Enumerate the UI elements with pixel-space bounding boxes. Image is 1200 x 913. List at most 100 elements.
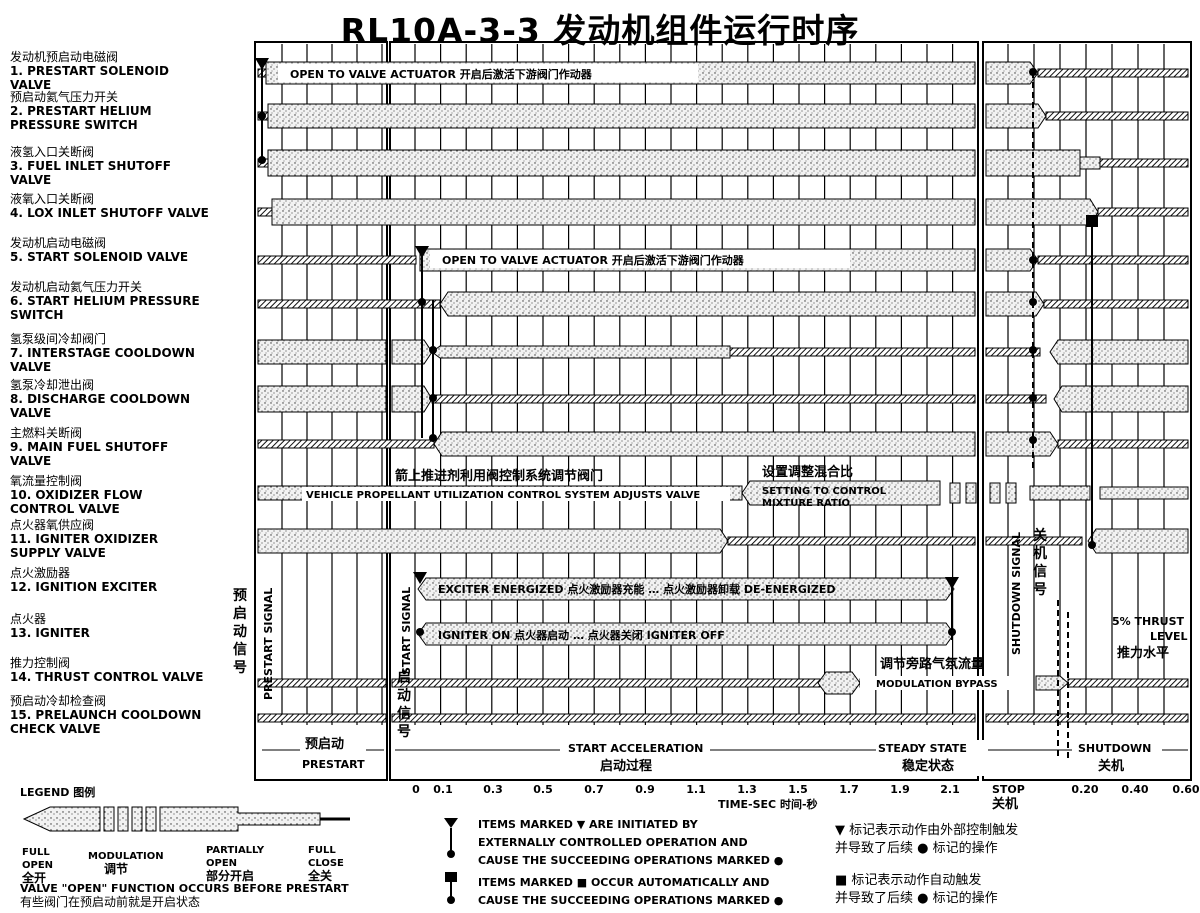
bar-closed <box>985 394 1047 404</box>
legend-full-open <box>22 806 101 832</box>
dot-marker <box>1029 394 1037 402</box>
pu-note-en: VEHICLE PROPELLANT UTILIZATION CONTROL S… <box>306 490 700 501</box>
bar-open <box>431 345 731 359</box>
prestart-signal-zh: 预启动信号 <box>233 588 247 676</box>
signal-char: 动 <box>233 623 247 640</box>
bar-modulation <box>1005 482 1017 504</box>
bar-open <box>1079 156 1101 170</box>
bar-closed <box>257 299 441 309</box>
stop-label-zh: 关机 <box>992 796 1018 812</box>
bar-closed <box>257 207 273 217</box>
dot-marker <box>1029 68 1037 76</box>
bar-open <box>817 671 861 695</box>
signal-char: 启 <box>233 605 247 622</box>
dot-marker <box>1088 541 1096 549</box>
dot-marker <box>258 156 266 164</box>
legend-partial-en: PARTIALLY OPEN <box>206 845 265 869</box>
shutdown-signal-en: SHUTDOWN SIGNAL <box>1010 532 1023 655</box>
time-tick-label: 1.7 <box>839 783 859 796</box>
start-signal-en: START SIGNAL <box>400 587 413 675</box>
state-bars <box>257 61 1189 723</box>
legend-full-open-en: FULL OPEN <box>22 847 54 871</box>
signal-char: 动 <box>397 687 411 704</box>
time-tick-label-shutdown: 0.20 <box>1071 783 1098 796</box>
bar-closed <box>257 713 387 723</box>
time-axis-label: TIME-SEC 时间-秒 <box>718 797 818 811</box>
legend-note-zh: 有些阀门在预启动前就是开启状态 <box>20 895 201 909</box>
key-sq-zh-2: 并导致了后续 ● 标记的操作 <box>835 891 998 906</box>
igniter-note: IGNITER ON 点火器启动 … 点火器关闭 IGNITER OFF <box>438 628 725 642</box>
time-tick-label: 0.1 <box>433 783 453 796</box>
bar-open <box>985 103 1047 129</box>
legend: LEGEND 图例 FULL OPEN 全开 MODULATION 调节 PAR… <box>20 786 400 911</box>
mixture-note-en2: MIXTURE RATIO <box>762 498 850 509</box>
prestart-signal-en: PRESTART SIGNAL <box>262 588 275 700</box>
dot-marker <box>416 628 424 636</box>
bar-closed <box>729 347 976 357</box>
actuator-note-row5: OPEN TO VALVE ACTUATOR 开启后激活下游阀门作动器 <box>442 253 745 267</box>
phase-start-en: START ACCELERATION <box>568 742 703 755</box>
time-tick-label: 0.9 <box>635 783 655 796</box>
phase-shutdown-en: SHUTDOWN <box>1078 742 1151 755</box>
key-tri-en-2: EXTERNALLY CONTROLLED OPERATION AND <box>478 836 748 849</box>
bar-closed <box>431 394 976 404</box>
legend-modulation <box>103 806 157 832</box>
mixture-note-zh: 设置调整混合比 <box>762 464 853 480</box>
phase-start-zh: 启动过程 <box>600 758 652 774</box>
time-tick-label-shutdown: 0.40 <box>1121 783 1148 796</box>
bar-open <box>1049 339 1189 365</box>
marker-key: ITEMS MARKED ▼ ARE INITIATED BY EXTERNAL… <box>440 816 1195 911</box>
bar-closed <box>985 713 1189 723</box>
time-axis: STOP 关机 TIME-SEC 时间-秒 0 0.1 0.3 0.5 0.7 0.9 1.… <box>412 783 1200 812</box>
bar-closed <box>391 713 976 723</box>
bar-closed <box>257 439 435 449</box>
bar-closed <box>1097 207 1189 217</box>
time-tick-label: 1.3 <box>737 783 757 796</box>
key-sq-en-2: CAUSE THE SUCCEEDING OPERATIONS MARKED ● <box>478 894 784 907</box>
time-tick-label: 1.5 <box>788 783 808 796</box>
dot-marker <box>418 298 426 306</box>
time-tick-label: 2.1 <box>940 783 960 796</box>
thrust-level-zh: 推力水平 <box>1117 645 1169 661</box>
bar-open <box>433 431 976 457</box>
key-tri-en-1: ITEMS MARKED ▼ ARE INITIATED BY <box>478 818 698 831</box>
signal-char: 预 <box>233 588 247 604</box>
bar-open <box>985 431 1059 457</box>
bar-open <box>1099 486 1189 500</box>
stop-label-en: STOP <box>992 783 1025 796</box>
bar-modulation <box>949 482 961 504</box>
time-tick-label-shutdown: 0.60 <box>1172 783 1199 796</box>
phase-steady-zh: 稳定状态 <box>902 758 954 774</box>
legend-note-en: VALVE "OPEN" FUNCTION OCCURS BEFORE PRES… <box>20 882 349 895</box>
key-tri-en-3: CAUSE THE SUCCEEDING OPERATIONS MARKED ● <box>478 854 784 867</box>
phase-steady-en: STEADY STATE <box>878 742 967 755</box>
bar-open <box>267 103 976 129</box>
key-tri-zh-1: ▼ 标记表示动作由外部控制触发 <box>835 823 1019 838</box>
bar-closed <box>1099 158 1189 168</box>
signal-char: 信 <box>397 705 411 722</box>
start-signal-zh: 启动信号 <box>397 669 411 740</box>
legend-full-close-en: FULL CLOSE <box>308 845 344 869</box>
dot-marker <box>1029 346 1037 354</box>
signal-char: 号 <box>233 660 247 676</box>
bar-closed <box>727 536 976 546</box>
bar-open <box>257 528 729 554</box>
time-tick-label: 1.1 <box>686 783 706 796</box>
time-tick-label: 0.5 <box>533 783 553 796</box>
signal-char: 号 <box>1033 582 1047 598</box>
actuator-note-row1: OPEN TO VALVE ACTUATOR 开启后激活下游阀门作动器 <box>290 67 593 81</box>
bar-closed <box>257 678 387 688</box>
bar-modulation <box>965 482 977 504</box>
bar-open <box>439 291 976 317</box>
signal-char: 关 <box>1033 527 1047 544</box>
key-symbols <box>444 818 458 904</box>
bar-open <box>391 385 433 413</box>
thrust-level-en1: 5% THRUST <box>1112 615 1185 628</box>
bar-modulation <box>989 482 1001 504</box>
legend-partially-open <box>159 806 321 832</box>
mixture-note-en1: SETTING TO CONTROL <box>762 486 887 497</box>
phase-prestart-zh: 预启动 <box>305 736 344 752</box>
bar-open <box>391 339 433 365</box>
dot-marker-icon <box>447 850 455 858</box>
bar-open <box>257 385 387 413</box>
